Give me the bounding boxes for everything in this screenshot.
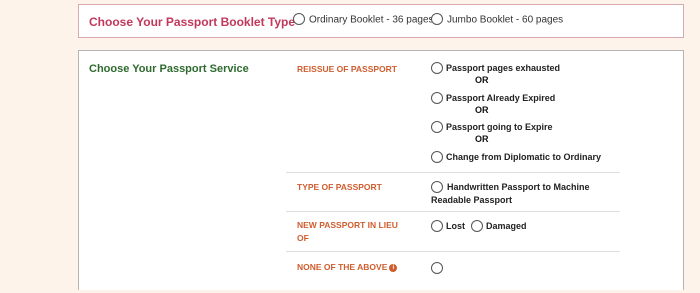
lost-radio[interactable] xyxy=(431,219,443,232)
or-separator: OR xyxy=(475,105,489,115)
lost-label: Lost xyxy=(446,221,465,231)
ordinary-booklet-radio[interactable] xyxy=(293,13,305,25)
pages-exhausted-radio[interactable] xyxy=(431,61,443,74)
already-expired-label: Passport Already Expired xyxy=(446,93,556,103)
lost-option[interactable]: Lost xyxy=(431,219,465,233)
already-expired-option[interactable]: Passport Already Expired xyxy=(431,91,556,105)
going-to-expire-radio[interactable] xyxy=(431,120,443,133)
pages-exhausted-label: Passport pages exhausted xyxy=(446,63,561,73)
none-of-above-radio[interactable] xyxy=(431,262,443,274)
row-divider xyxy=(286,172,620,173)
handwritten-to-mrp-radio[interactable] xyxy=(431,181,443,193)
passport-service-heading: Choose Your Passport Service xyxy=(89,63,249,75)
ordinary-booklet-label: Ordinary Booklet - 36 pages xyxy=(309,14,434,26)
none-of-above-category: NONE OF THE ABOVE i xyxy=(297,261,417,274)
jumbo-booklet-label: Jumbo Booklet - 60 pages xyxy=(447,14,564,26)
info-icon[interactable]: i xyxy=(389,263,398,272)
ordinary-booklet-option[interactable]: Ordinary Booklet - 36 pages xyxy=(293,13,434,26)
diplomatic-to-ordinary-radio[interactable] xyxy=(431,150,443,163)
row-divider xyxy=(286,251,620,252)
diplomatic-to-ordinary-label: Change from Diplomatic to Ordinary xyxy=(446,152,602,162)
passport-service-panel: Choose Your Passport Service REISSUE OF … xyxy=(78,50,684,290)
damaged-option[interactable]: Damaged xyxy=(471,219,527,233)
diplomatic-to-ordinary-option[interactable]: Change from Diplomatic to Ordinary xyxy=(431,150,602,164)
or-separator: OR xyxy=(475,134,489,144)
none-of-above-label: NONE OF THE ABOVE xyxy=(297,262,388,272)
handwritten-to-mrp-label: Handwritten Passport to Machine Readable… xyxy=(431,182,590,205)
reissue-category-label: REISSUE OF PASSPORT xyxy=(297,64,397,74)
booklet-type-heading: Choose Your Passport Booklet Type xyxy=(89,15,296,29)
going-to-expire-option[interactable]: Passport going to Expire xyxy=(431,120,553,134)
pages-exhausted-option[interactable]: Passport pages exhausted xyxy=(431,61,561,75)
damaged-label: Damaged xyxy=(486,221,527,231)
damaged-radio[interactable] xyxy=(471,219,483,232)
type-category-label: TYPE OF PASSPORT xyxy=(297,182,382,192)
jumbo-booklet-option[interactable]: Jumbo Booklet - 60 pages xyxy=(431,13,564,26)
going-to-expire-label: Passport going to Expire xyxy=(446,122,553,132)
handwritten-to-mrp-option[interactable]: Handwritten Passport to Machine Readable… xyxy=(431,181,601,207)
row-divider xyxy=(286,211,620,212)
already-expired-radio[interactable] xyxy=(431,91,443,104)
jumbo-booklet-radio[interactable] xyxy=(431,13,443,25)
or-separator: OR xyxy=(475,75,489,85)
lieu-category-label: NEW PASSPORT IN LIEU OF xyxy=(297,220,398,243)
booklet-type-panel: Choose Your Passport Booklet Type Ordina… xyxy=(78,4,684,38)
